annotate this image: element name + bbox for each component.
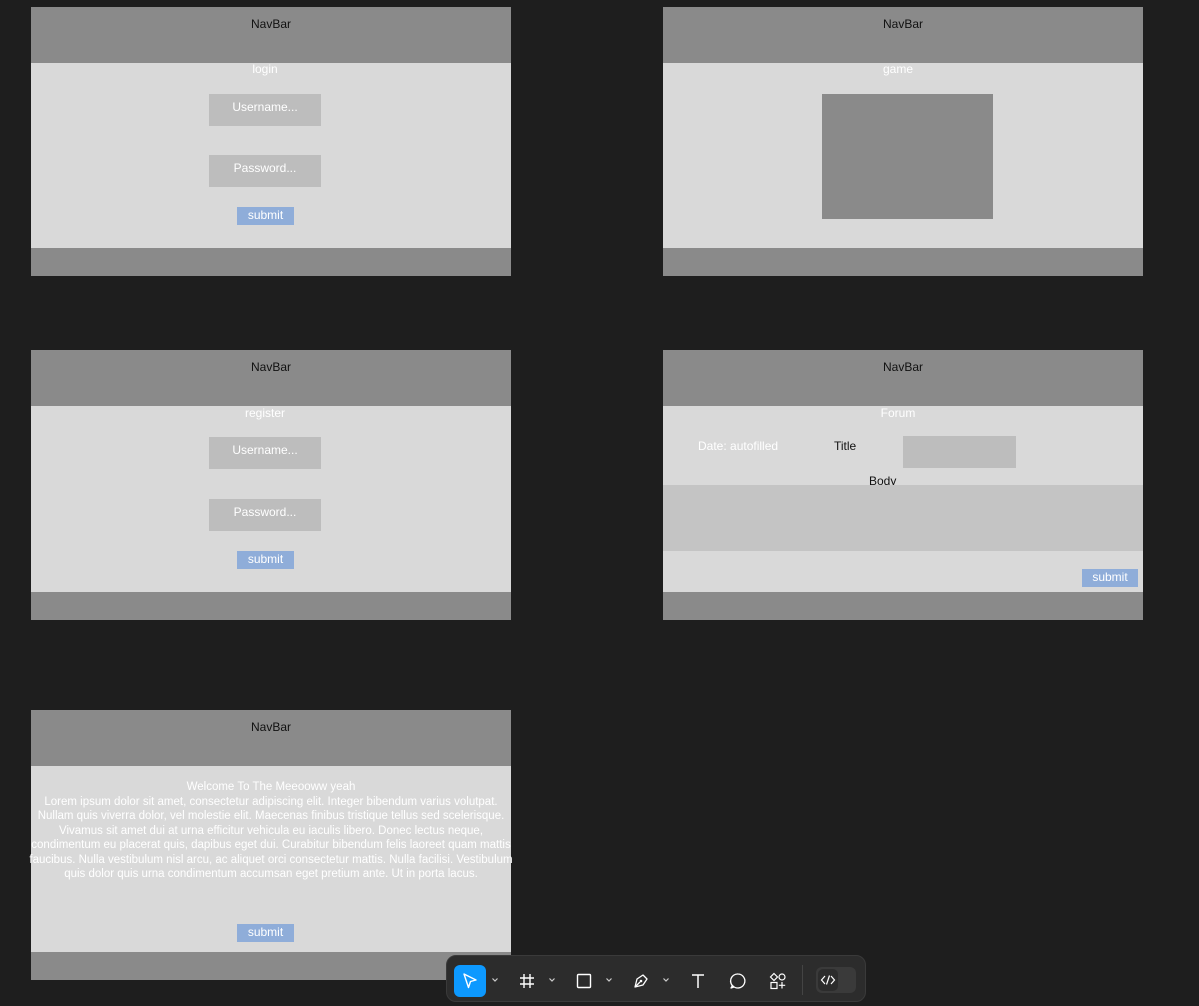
rectangle-icon xyxy=(576,973,592,989)
username-field[interactable]: Username... xyxy=(209,437,321,469)
page-title: game xyxy=(882,62,914,76)
footer xyxy=(663,592,1143,620)
text-tool[interactable] xyxy=(682,965,714,997)
chevron-down-icon[interactable] xyxy=(547,975,557,985)
chevron-down-icon[interactable] xyxy=(661,975,671,985)
navbar-label: NavBar xyxy=(250,17,291,31)
navbar-label: NavBar xyxy=(250,360,291,374)
rectangle-tool[interactable] xyxy=(568,965,600,997)
code-brackets-icon xyxy=(820,975,836,985)
page-title: Forum xyxy=(880,406,916,420)
components-icon xyxy=(769,972,786,990)
password-field[interactable]: Password... xyxy=(209,155,321,187)
pen-tool[interactable] xyxy=(625,965,657,997)
footer xyxy=(31,248,511,276)
dev-mode-knob xyxy=(818,969,838,991)
welcome-frame: NavBar Welcome To The Meeooww yeah Lorem… xyxy=(29,710,513,980)
comment-tool[interactable] xyxy=(722,965,754,997)
footer xyxy=(31,952,511,980)
text-t-icon xyxy=(692,974,704,988)
navbar: NavBar xyxy=(663,350,1143,406)
page-title: register xyxy=(244,406,285,420)
register-frame: NavBar register Username... Password... … xyxy=(31,350,511,620)
welcome-body: Lorem ipsum dolor sit amet, consectetur … xyxy=(29,795,513,881)
frame-tool[interactable] xyxy=(511,965,543,997)
footer xyxy=(31,592,511,620)
navbar: NavBar xyxy=(31,350,511,406)
move-tool[interactable] xyxy=(454,965,486,997)
frame-hash-icon xyxy=(520,974,534,988)
navbar: NavBar xyxy=(663,7,1143,63)
navbar: NavBar xyxy=(31,7,511,63)
footer xyxy=(663,248,1143,276)
navbar-label: NavBar xyxy=(882,360,923,374)
body-textarea[interactable] xyxy=(663,485,1143,551)
toolbar-divider xyxy=(802,965,803,995)
design-toolbar xyxy=(446,955,866,1002)
navbar: NavBar xyxy=(31,710,511,766)
password-field[interactable]: Password... xyxy=(209,499,321,531)
cursor-arrow-icon xyxy=(463,973,477,989)
comment-bubble-icon xyxy=(730,973,746,989)
dev-mode-toggle[interactable] xyxy=(816,967,856,993)
navbar-label: NavBar xyxy=(882,17,923,31)
title-label: Title xyxy=(834,439,857,453)
submit-button[interactable]: submit xyxy=(237,551,294,569)
login-frame: NavBar login Username... Password... sub… xyxy=(31,7,511,276)
title-field[interactable] xyxy=(903,436,1016,468)
welcome-text: Welcome To The Meeooww yeah Lorem ipsum … xyxy=(29,780,513,882)
game-canvas[interactable] xyxy=(822,94,993,219)
username-field[interactable]: Username... xyxy=(209,94,321,126)
chevron-down-icon[interactable] xyxy=(490,975,500,985)
submit-button[interactable]: submit xyxy=(237,924,294,942)
pen-icon xyxy=(634,974,648,988)
chevron-down-icon[interactable] xyxy=(604,975,614,985)
navbar-label: NavBar xyxy=(250,720,291,734)
page-title: login xyxy=(252,62,278,76)
welcome-heading: Welcome To The Meeooww yeah xyxy=(186,781,356,793)
game-frame: NavBar game xyxy=(663,7,1143,276)
date-label: Date: autofilled xyxy=(698,439,779,453)
submit-button[interactable]: submit xyxy=(1082,569,1138,587)
forum-frame: NavBar Forum Date: autofilled Title Body… xyxy=(663,350,1143,620)
assets-tool[interactable] xyxy=(762,965,794,997)
submit-button[interactable]: submit xyxy=(237,207,294,225)
